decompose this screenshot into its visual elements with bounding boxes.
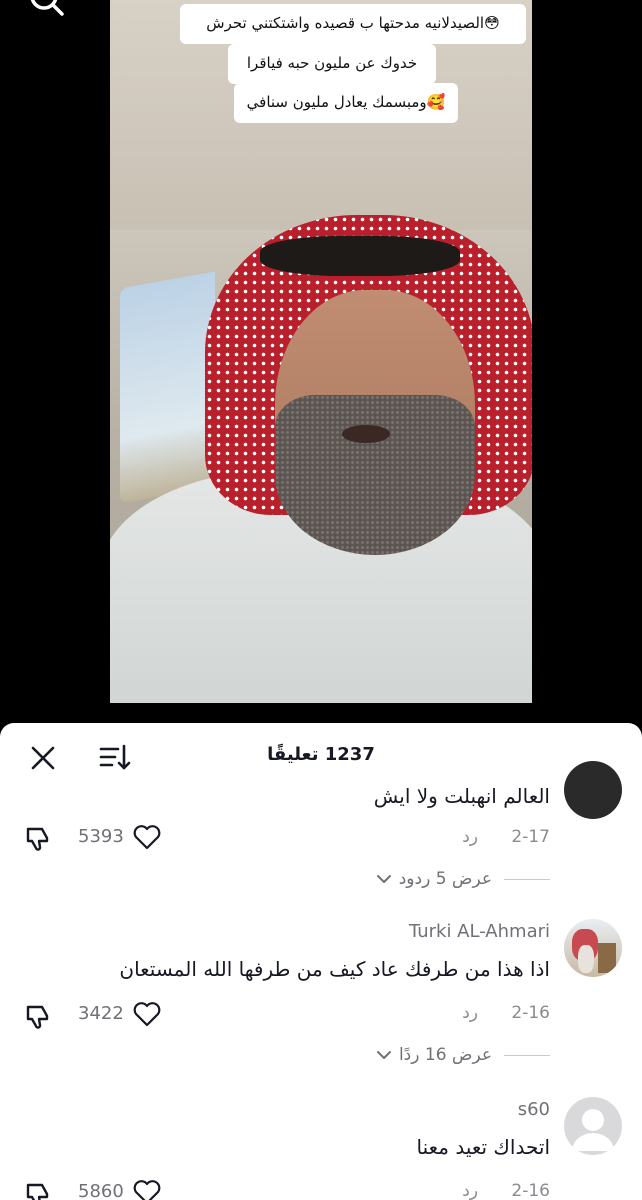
like-count: 5393 — [78, 826, 124, 847]
divider — [504, 1054, 550, 1056]
heart-icon — [133, 1002, 161, 1027]
comment-meta: 2-16 رد — [462, 1003, 550, 1023]
chevron-down-icon — [376, 875, 391, 883]
comment-text: اذا هذا من طرفك عاد كيف من طرفها الله ال… — [119, 957, 550, 981]
view-replies-label: عرض 5 ردود — [398, 869, 492, 889]
view-replies-button[interactable]: عرض 5 ردود — [375, 869, 550, 889]
dislike-icon — [26, 827, 49, 851]
comment-text: اتحداك تعيد معنا — [416, 1135, 550, 1159]
dislike-button[interactable] — [24, 823, 54, 853]
comment-date: 2-17 — [511, 827, 550, 847]
like-button[interactable] — [132, 1000, 162, 1028]
view-replies-button[interactable]: عرض 16 ردًا — [375, 1045, 550, 1065]
comments-sheet: 1237 تعليقًا العالم انهبلت ولا ايش 2-17 … — [0, 723, 642, 1200]
dislike-icon — [26, 1183, 49, 1200]
comment-count: 1237 تعليقًا — [267, 744, 375, 765]
comment-item: العالم انهبلت ولا ايش 2-17 رد 5393 عرض 5… — [0, 761, 642, 907]
divider — [504, 878, 550, 880]
caption-line: ومبسمك يعادل مليون سنافي🥰 — [234, 83, 458, 123]
avatar[interactable] — [564, 919, 622, 977]
comment-date: 2-16 — [511, 1003, 550, 1023]
dislike-icon — [26, 1005, 49, 1029]
avatar[interactable] — [564, 1097, 622, 1155]
view-replies-label: عرض 16 ردًا — [398, 1045, 492, 1065]
reply-button[interactable]: رد — [462, 1003, 478, 1023]
search-icon — [30, 0, 64, 16]
comment-text: العالم انهبلت ولا ايش — [373, 784, 550, 808]
heart-icon — [133, 825, 161, 850]
like-button[interactable] — [132, 1178, 162, 1200]
caption-line: خدوك عن مليون حبه فياقرا — [228, 44, 436, 84]
comment-meta: 2-17 رد — [462, 827, 550, 847]
comment-item: Turki AL-Ahmari اذا هذا من طرفك عاد كيف … — [0, 919, 642, 1094]
person-agal — [260, 236, 460, 276]
comment-meta: 2-16 رد — [462, 1181, 550, 1200]
default-avatar-icon — [572, 1109, 614, 1151]
search-button[interactable] — [26, 0, 70, 26]
person-mouth — [342, 425, 390, 443]
like-count: 5860 — [78, 1181, 124, 1200]
reply-button[interactable]: رد — [462, 1181, 478, 1200]
avatar[interactable] — [564, 761, 622, 819]
comment-item: s60 اتحداك تعيد معنا 2-16 رد 5860 — [0, 1097, 642, 1200]
chevron-down-icon — [376, 1051, 391, 1059]
reply-button[interactable]: رد — [462, 827, 478, 847]
comment-username[interactable]: Turki AL-Ahmari — [409, 921, 550, 942]
like-count: 3422 — [78, 1003, 124, 1024]
like-button[interactable] — [132, 823, 162, 851]
heart-icon — [133, 1180, 161, 1200]
car-window — [120, 271, 215, 504]
dislike-button[interactable] — [24, 1179, 54, 1200]
caption-line: الصيدلانيه مدحتها ب قصيده واشتكتني تحرش😳 — [180, 4, 526, 44]
comment-username[interactable]: s60 — [518, 1099, 550, 1120]
person-beard — [275, 395, 475, 555]
comment-date: 2-16 — [511, 1181, 550, 1200]
dislike-button[interactable] — [24, 1001, 54, 1031]
